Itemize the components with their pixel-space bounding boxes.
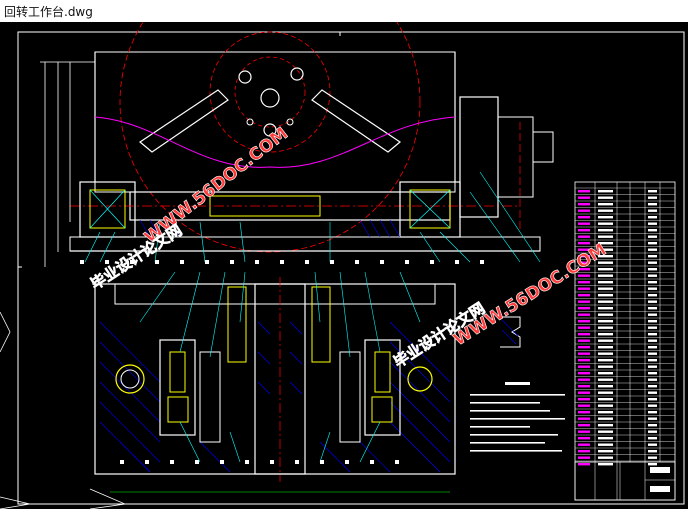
watermark-cn-1: 毕业设计论文网 [87, 221, 185, 293]
title-bar: 回转工作台.dwg [0, 0, 688, 22]
drawing-viewer-window: 回转工作台.dwg WWW.56DOC.COM 毕业设计论文网 WWW.56DO… [0, 0, 688, 509]
parts-list-table [574, 181, 676, 501]
watermarks: WWW.56DOC.COM 毕业设计论文网 WWW.56DOC.COM 毕业设计… [87, 123, 610, 371]
corner-mark-left [0, 311, 11, 353]
top-view [40, 22, 554, 267]
cad-drawing: WWW.56DOC.COM 毕业设计论文网 WWW.56DOC.COM 毕业设计… [0, 22, 685, 509]
technical-notes [470, 382, 565, 452]
file-title: 回转工作台.dwg [4, 5, 93, 19]
front-view [94, 271, 521, 493]
cad-drawing-canvas[interactable]: WWW.56DOC.COM 毕业设计论文网 WWW.56DOC.COM 毕业设计… [0, 22, 688, 509]
